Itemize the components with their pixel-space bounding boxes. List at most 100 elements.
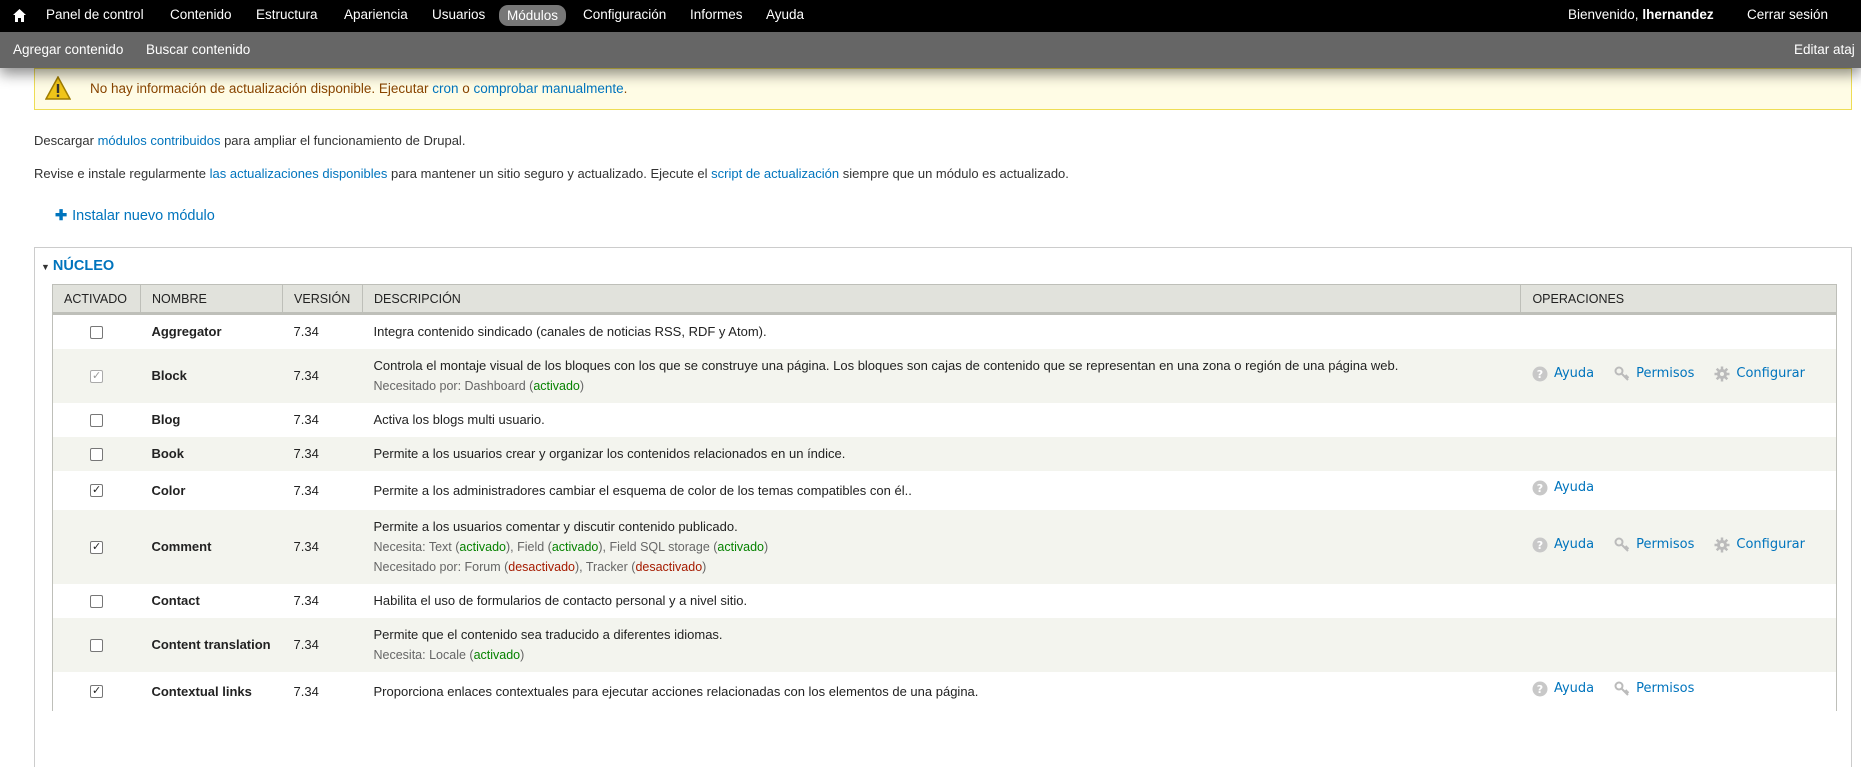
menu-estructura[interactable]: Estructura (256, 7, 318, 22)
operations-cell (1521, 314, 1837, 350)
module-description: Permite a los usuarios comentar y discut… (373, 519, 738, 534)
menu-modulos[interactable]: Módulos (499, 5, 567, 26)
menu-informes[interactable]: Informes (690, 7, 743, 22)
intro-updates: Revise e instale regularmente las actual… (34, 166, 1069, 181)
key-icon (1614, 366, 1630, 381)
unchecked-checkbox[interactable] (90, 447, 103, 461)
module-description: Permite a los administradores cambiar el… (373, 482, 912, 498)
op-label: Ayuda (1553, 536, 1595, 552)
dependency-name: Field SQL storage ( (609, 540, 718, 554)
intro-text: Descargar (34, 133, 94, 148)
install-new-module-link[interactable]: ✚ Instalar nuevo módulo (55, 208, 215, 224)
op-permisos-link[interactable]: Permisos (1614, 364, 1694, 384)
cron-link[interactable]: cron (432, 81, 458, 96)
checked-checkbox[interactable] (90, 480, 103, 500)
intro-download: Descargar módulos contribuidos para ampl… (34, 133, 465, 148)
enabled-cell (52, 349, 141, 403)
module-description: Activa los blogs multi usuario. (373, 412, 545, 427)
requirements-note: Necesita: Locale (activado) (374, 645, 1510, 665)
operations-cell: ? Ayuda Permisos Configurar (1520, 349, 1837, 403)
dependency-close: ), (598, 540, 610, 554)
dependency-status: activado (533, 379, 580, 393)
op-ayuda-link[interactable]: ? Ayuda (1532, 478, 1594, 498)
op-ayuda-link[interactable]: ? Ayuda (1532, 679, 1594, 699)
collapse-triangle-icon: ▼ (41, 262, 50, 272)
available-updates-link[interactable]: las actualizaciones disponibles (210, 166, 388, 181)
version-cell: 7.34 (283, 672, 363, 711)
svg-text:?: ? (1537, 683, 1543, 696)
operations-cell: ? Ayuda Permisos Configurar (1520, 510, 1837, 584)
unchecked-checkbox[interactable] (90, 413, 103, 427)
shortcut-find-content[interactable]: Buscar contenido (146, 42, 250, 57)
update-script-link[interactable]: script de actualización (711, 166, 839, 181)
username-link[interactable]: lhernandez (1642, 7, 1713, 22)
module-description: Proporciona enlaces contextuales para ej… (373, 683, 979, 699)
op-configurar-link[interactable]: Configurar (1714, 535, 1805, 555)
enabled-cell (53, 403, 141, 437)
checked-checkbox[interactable] (90, 681, 103, 701)
home-icon[interactable] (13, 9, 26, 22)
operations-cell: ? Ayuda Permisos (1521, 672, 1837, 711)
op-label: Permisos (1636, 536, 1695, 552)
menu-ayuda[interactable]: Ayuda (766, 7, 804, 22)
header-version: VERSIÓN (282, 284, 363, 315)
menu-apariencia[interactable]: Apariencia (344, 7, 408, 22)
check-manually-link[interactable]: comprobar manualmente (474, 81, 624, 96)
menu-contenido[interactable]: Contenido (170, 7, 232, 22)
requirements-label: Necesitado por: (373, 379, 465, 393)
description-cell: Proporciona enlaces contextuales para ej… (363, 672, 1521, 711)
module-name: Color (151, 482, 186, 498)
intro-text: siempre que un módulo es actualizado. (842, 166, 1069, 181)
checked-checkbox[interactable] (90, 537, 103, 557)
key-icon (1614, 681, 1630, 696)
module-version: 7.34 (293, 637, 319, 652)
operations-cell (1521, 403, 1837, 437)
dependency-close: ) (702, 560, 707, 574)
checked-checkbox (90, 366, 103, 386)
core-fieldset-toggle[interactable]: ▼ NÚCLEO (41, 258, 114, 274)
intro-text: para ampliar el funcionamiento de Drupal… (224, 133, 466, 148)
install-label: Instalar nuevo módulo (72, 208, 215, 224)
gear-icon (1714, 537, 1730, 552)
help-icon: ? (1532, 681, 1548, 697)
module-name-cell: Content translation (140, 618, 283, 672)
operations-cell (1521, 584, 1837, 618)
unchecked-checkbox[interactable] (90, 594, 103, 608)
module-description: Permite que el contenido sea traducido a… (373, 627, 723, 642)
operations-cell (1520, 618, 1837, 672)
logout-link[interactable]: Cerrar sesión (1747, 7, 1828, 22)
op-ayuda-link[interactable]: ? Ayuda (1532, 535, 1594, 555)
table-row: Content translation 7.34 Permite que el co… (52, 618, 1837, 672)
description-cell: Controla el montaje visual de los bloque… (362, 349, 1521, 403)
op-permisos-link[interactable]: Permisos (1614, 679, 1694, 699)
module-description: Habilita el uso de formularios de contac… (373, 593, 748, 608)
version-cell: 7.34 (282, 618, 363, 672)
shortcut-add-content[interactable]: Agregar contenido (13, 42, 123, 57)
table-row: Color 7.34 Permite a los administradores c… (53, 471, 1837, 510)
contributed-modules-link[interactable]: módulos contribuidos (98, 133, 221, 148)
gear-icon (1714, 366, 1730, 381)
op-label: Ayuda (1553, 480, 1595, 495)
modules-table: ACTIVADO NOMBRE VERSIÓN DESCRIPCIÓN OPER… (52, 284, 1837, 711)
op-configurar-link[interactable]: Configurar (1714, 364, 1805, 384)
dependency-close: ) (579, 379, 585, 393)
menu-panel-de-control[interactable]: Panel de control (46, 7, 144, 22)
module-name: Block (151, 368, 187, 383)
enabled-cell (52, 510, 141, 584)
shortcut-bar: Agregar contenido Buscar contenido Edita… (0, 32, 1861, 68)
op-ayuda-link[interactable]: ? Ayuda (1532, 364, 1594, 384)
menu-configuracion[interactable]: Configuración (583, 7, 666, 22)
op-permisos-link[interactable]: Permisos (1614, 535, 1694, 555)
help-icon: ? (1532, 366, 1548, 381)
dependency-name: Tracker ( (585, 560, 636, 574)
dependency-name: Forum ( (464, 560, 509, 574)
menu-usuarios[interactable]: Usuarios (432, 7, 485, 22)
dependency-status: desactivado (635, 560, 703, 574)
header-name: NOMBRE (140, 284, 284, 315)
unchecked-checkbox[interactable] (90, 325, 103, 339)
unchecked-checkbox[interactable] (90, 638, 103, 652)
version-cell: 7.34 (283, 314, 363, 350)
module-name-cell: Aggregator (140, 314, 282, 350)
edit-shortcuts-link[interactable]: Editar ataj (1794, 42, 1855, 57)
operations-cell: ? Ayuda (1521, 471, 1837, 510)
